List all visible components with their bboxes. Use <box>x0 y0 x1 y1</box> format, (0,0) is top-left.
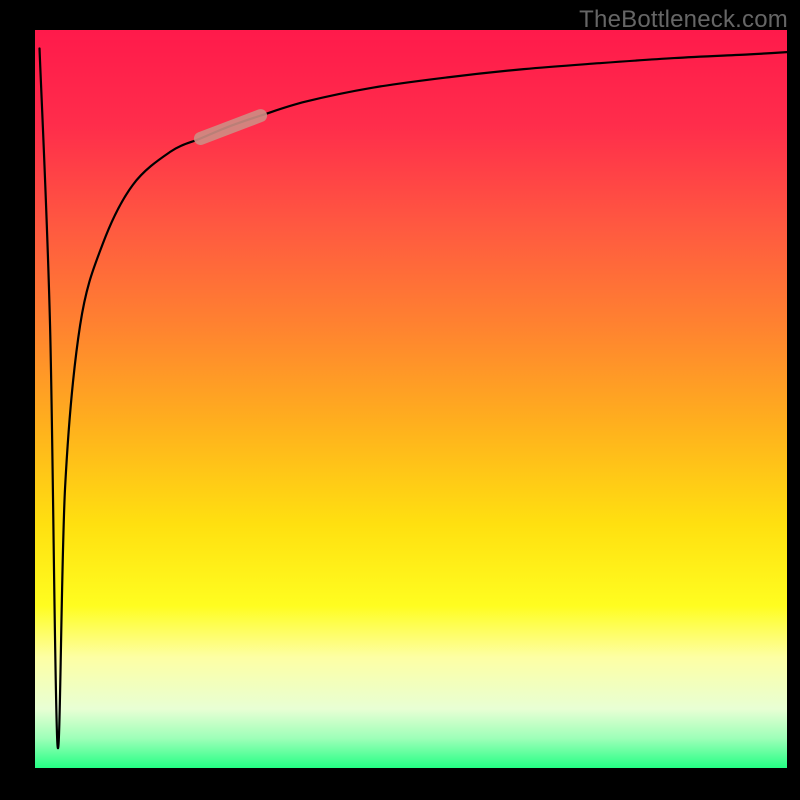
bottleneck-chart: TheBottleneck.com <box>0 0 800 800</box>
watermark-text: TheBottleneck.com <box>579 6 788 34</box>
plot-background <box>35 30 787 768</box>
chart-canvas <box>0 0 800 800</box>
